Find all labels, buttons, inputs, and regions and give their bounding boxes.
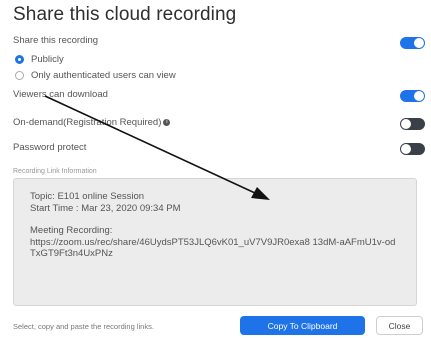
on-demand-toggle[interactable] bbox=[400, 118, 425, 130]
viewers-download-toggle[interactable] bbox=[400, 90, 425, 102]
toggle-knob bbox=[414, 38, 424, 48]
radio-publicly-label: Publicly bbox=[31, 54, 64, 65]
toggle-knob bbox=[401, 119, 411, 129]
meeting-recording-label: Meeting Recording: bbox=[30, 225, 113, 236]
recording-url-text: https://zoom.us/rec/share/46UydsPT53JLQ6… bbox=[30, 236, 396, 260]
dialog-title: Share this cloud recording bbox=[13, 4, 237, 25]
footer-hint: Select, copy and paste the recording lin… bbox=[13, 322, 154, 331]
radio-publicly[interactable]: Publicly bbox=[15, 54, 64, 65]
info-icon[interactable]: i bbox=[163, 118, 171, 126]
password-protect-label: Password protect bbox=[13, 142, 87, 153]
radio-selected-icon bbox=[15, 55, 24, 64]
radio-authenticated-only[interactable]: Only authenticated users can view bbox=[15, 70, 176, 81]
close-button[interactable]: Close bbox=[376, 316, 423, 335]
share-recording-label: Share this recording bbox=[13, 35, 99, 46]
link-info-label: Recording Link Information bbox=[13, 168, 97, 175]
topic-text: Topic: E101 online Session bbox=[30, 191, 145, 202]
toggle-knob bbox=[414, 91, 424, 101]
recording-link-textbox[interactable]: Topic: E101 online Session Start Time : … bbox=[13, 178, 417, 306]
share-recording-toggle[interactable] bbox=[400, 37, 425, 49]
password-protect-toggle[interactable] bbox=[400, 143, 425, 155]
radio-unselected-icon bbox=[15, 71, 24, 80]
start-time-text: Start Time : Mar 23, 2020 09:34 PM bbox=[30, 202, 181, 214]
radio-authenticated-label: Only authenticated users can view bbox=[31, 70, 176, 81]
copy-to-clipboard-button[interactable]: Copy To Clipboard bbox=[240, 316, 365, 335]
on-demand-label: On-demand(Registration Required) i bbox=[13, 117, 171, 128]
viewers-download-label: Viewers can download bbox=[13, 89, 108, 100]
toggle-knob bbox=[401, 144, 411, 154]
share-recording-dialog: Share this cloud recording Share this re… bbox=[0, 0, 431, 338]
on-demand-label-text: On-demand(Registration Required) bbox=[13, 117, 162, 128]
